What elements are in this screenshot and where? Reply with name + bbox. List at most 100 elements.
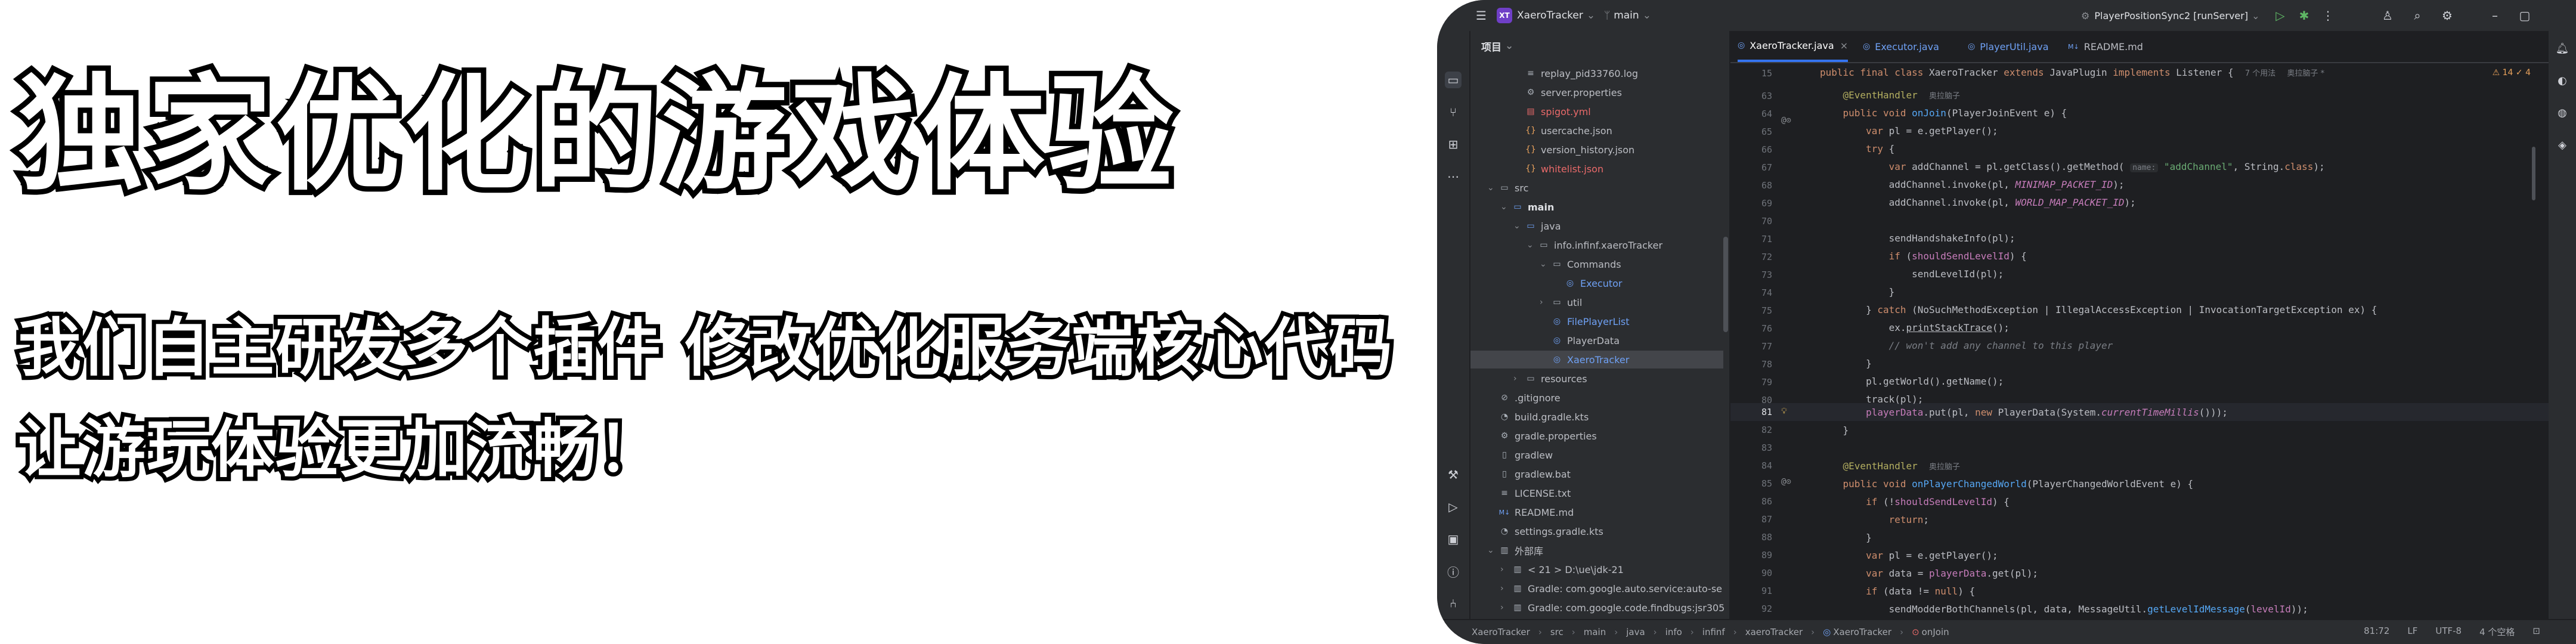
- notifications-icon[interactable]: 🔔︎: [2555, 41, 2570, 56]
- main-menu-icon[interactable]: ☰: [1473, 7, 1490, 24]
- gradle-icon[interactable]: ◐: [2555, 73, 2570, 88]
- tree-item[interactable]: ▯ gradlew.bat: [1498, 465, 1571, 483]
- chevron-down-icon[interactable]: ⌄: [1487, 546, 1498, 555]
- problems-icon[interactable]: ⓘ: [1445, 563, 1462, 580]
- file-encoding[interactable]: UTF-8: [2435, 626, 2462, 638]
- breadcrumb-item[interactable]: src: [1550, 627, 1563, 637]
- folder-icon: ▭: [1500, 183, 1509, 193]
- author-hint[interactable]: 奥拉脑子: [1929, 92, 1960, 101]
- author-hint[interactable]: 奥拉脑子: [1929, 463, 1960, 472]
- tree-item[interactable]: ▯ gradlew: [1498, 446, 1553, 464]
- breadcrumb-item[interactable]: onJoin: [1922, 627, 1949, 637]
- tab-playerutil[interactable]: ◎ PlayerUtil.java: [1968, 31, 2049, 62]
- tree-item[interactable]: ≡ LICENSE.txt: [1498, 484, 1571, 502]
- tree-item[interactable]: ⌄ ▭ java: [1513, 217, 1561, 235]
- chevron-down-icon[interactable]: ⌄: [1487, 183, 1498, 193]
- line-separator[interactable]: LF: [2407, 626, 2417, 638]
- settings-icon[interactable]: ⚙: [2439, 7, 2456, 24]
- project-scrollbar[interactable]: [1723, 237, 1728, 332]
- run-tool-icon[interactable]: ▷: [1445, 499, 1462, 515]
- project-panel-header[interactable]: 项目 ⌄: [1470, 31, 1729, 61]
- ai-assistant-icon[interactable]: ◈: [2555, 137, 2570, 153]
- commit-icon[interactable]: ⑂: [1445, 104, 1462, 120]
- inspection-badge[interactable]: ⚠ 14 ✓ 4: [2493, 68, 2531, 78]
- run-config-selector[interactable]: ⚙ PlayerPositionSync2 [runServer] ⌄: [2081, 5, 2259, 26]
- tree-item[interactable]: ⌄ ▭ main: [1500, 198, 1554, 216]
- tree-item[interactable]: ◔ build.gradle.kts: [1498, 408, 1589, 426]
- tree-item[interactable]: ◎ PlayerData: [1550, 332, 1620, 349]
- debug-icon[interactable]: ✱: [2296, 7, 2312, 24]
- breadcrumb-item[interactable]: XaeroTracker: [1833, 627, 1891, 637]
- database-icon[interactable]: ◍: [2555, 105, 2570, 120]
- project-badge: XT: [1497, 8, 1512, 23]
- usages-hint[interactable]: 7 个用法: [2245, 69, 2275, 78]
- search-icon[interactable]: ⌕: [2409, 7, 2426, 24]
- tree-item[interactable]: ◎ FilePlayerList: [1550, 312, 1630, 330]
- tree-item[interactable]: › ▥ < 21 > D:\ue\jdk-21: [1500, 561, 1624, 578]
- tree-item[interactable]: ◎ Executor: [1563, 274, 1623, 292]
- chevron-down-icon[interactable]: ⌄: [1527, 240, 1537, 250]
- tab-readme[interactable]: M↓ README.md: [2068, 31, 2143, 62]
- project-folder-icon[interactable]: ▭: [1445, 72, 1462, 88]
- lock-icon[interactable]: ⊡: [2532, 626, 2540, 638]
- chevron-right-icon[interactable]: ›: [1500, 584, 1511, 593]
- indent-setting[interactable]: 4 个空格: [2479, 626, 2515, 638]
- tree-item[interactable]: ⊘ .gitignore: [1498, 389, 1560, 407]
- tree-item[interactable]: ⌄ ▭ src: [1487, 179, 1528, 197]
- tree-item[interactable]: {} usercache.json: [1524, 122, 1612, 140]
- breadcrumb-item[interactable]: xaeroTracker: [1745, 627, 1803, 637]
- tab-executor[interactable]: ◎ Executor.java: [1863, 31, 1939, 62]
- tree-item[interactable]: M↓ README.md: [1498, 503, 1574, 521]
- tree-item-selected[interactable]: ◎ XaeroTracker: [1470, 351, 1723, 369]
- tree-item[interactable]: ⚙ server.properties: [1524, 83, 1622, 101]
- tree-item[interactable]: › ▭ resources: [1513, 370, 1587, 388]
- tree-item[interactable]: ◔ settings.gradle.kts: [1498, 522, 1603, 540]
- chevron-right-icon[interactable]: ›: [1500, 565, 1511, 574]
- more-tools-icon[interactable]: ⋯: [1445, 168, 1462, 185]
- implementation-marker-icon[interactable]: @⊙: [1781, 477, 1791, 487]
- tab-xaerotracker[interactable]: ◎ XaeroTracker.java ×: [1738, 31, 1849, 62]
- structure-icon[interactable]: ⊞: [1445, 136, 1462, 153]
- editor-scrollbar[interactable]: [2532, 147, 2535, 200]
- chevron-down-icon[interactable]: ⌄: [1500, 202, 1511, 212]
- code-editor[interactable]: ⚠ 14 ✓ 4 15 63 64 65 66 67 68 69 70 71 7…: [1730, 63, 2549, 620]
- author-hint[interactable]: 奥拉脑子 *: [2287, 69, 2325, 78]
- maximize-icon[interactable]: ▢: [2516, 7, 2533, 24]
- tree-item[interactable]: ⚙ gradle.properties: [1498, 427, 1597, 445]
- run-icon[interactable]: ▷: [2272, 7, 2289, 24]
- tree-item[interactable]: › ▥ Gradle: com.google.auto.service:auto-s…: [1500, 580, 1722, 597]
- breadcrumb-item[interactable]: java: [1626, 627, 1645, 637]
- tree-item[interactable]: › ▭ util: [1540, 293, 1582, 311]
- breadcrumb-item[interactable]: info: [1665, 627, 1682, 637]
- tree-item[interactable]: ≡ replay_pid33760.log: [1524, 64, 1638, 82]
- implementation-marker-icon[interactable]: @⊙: [1781, 116, 1791, 125]
- build-icon[interactable]: ⚒: [1445, 466, 1462, 483]
- chevron-down-icon[interactable]: ⌄: [1513, 221, 1524, 231]
- caret-position[interactable]: 81:72: [2364, 626, 2389, 638]
- more-actions-icon[interactable]: ⋮: [2320, 7, 2336, 24]
- project-switcher[interactable]: XT XaeroTracker ⌄: [1497, 5, 1595, 26]
- breadcrumb-item[interactable]: XaeroTracker: [1472, 627, 1530, 637]
- close-icon[interactable]: ×: [1840, 40, 1848, 51]
- chevron-right-icon[interactable]: ›: [1540, 298, 1550, 307]
- branch-switcher[interactable]: ᛘ main ⌄: [1604, 5, 1651, 26]
- tree-item[interactable]: ⌄ ▭ Commands: [1540, 255, 1621, 273]
- account-icon[interactable]: ♙: [2379, 7, 2396, 24]
- chevron-right-icon[interactable]: ›: [1500, 603, 1511, 612]
- breadcrumb-item[interactable]: main: [1584, 627, 1606, 637]
- tree-item[interactable]: › ▥ Gradle: com.google.code.findbugs:jsr30…: [1500, 599, 1724, 617]
- lightbulb-icon[interactable]: 💡︎: [1781, 407, 1787, 416]
- minimize-icon[interactable]: –: [2487, 7, 2503, 24]
- tree-item[interactable]: ▤ spigot.yml: [1524, 103, 1590, 120]
- chevron-down-icon[interactable]: ⌄: [1540, 259, 1550, 269]
- status-bar: XaeroTracker › src › main › java › info › inf…: [1437, 619, 2576, 644]
- tree-item[interactable]: ⌄ ▭ info.infinf.xaeroTracker: [1527, 236, 1662, 254]
- tree-item[interactable]: {} whitelist.json: [1524, 160, 1603, 178]
- tree-item[interactable]: ⌄ ▥ 外部库: [1487, 541, 1543, 559]
- chevron-right-icon[interactable]: ›: [1513, 374, 1524, 383]
- terminal-icon[interactable]: ▣: [1445, 531, 1462, 547]
- package-icon: ▭: [1540, 240, 1548, 250]
- breadcrumb-item[interactable]: infinf: [1702, 627, 1725, 637]
- tree-item[interactable]: {} version_history.json: [1524, 141, 1634, 159]
- git-icon[interactable]: ⑃: [1445, 595, 1462, 612]
